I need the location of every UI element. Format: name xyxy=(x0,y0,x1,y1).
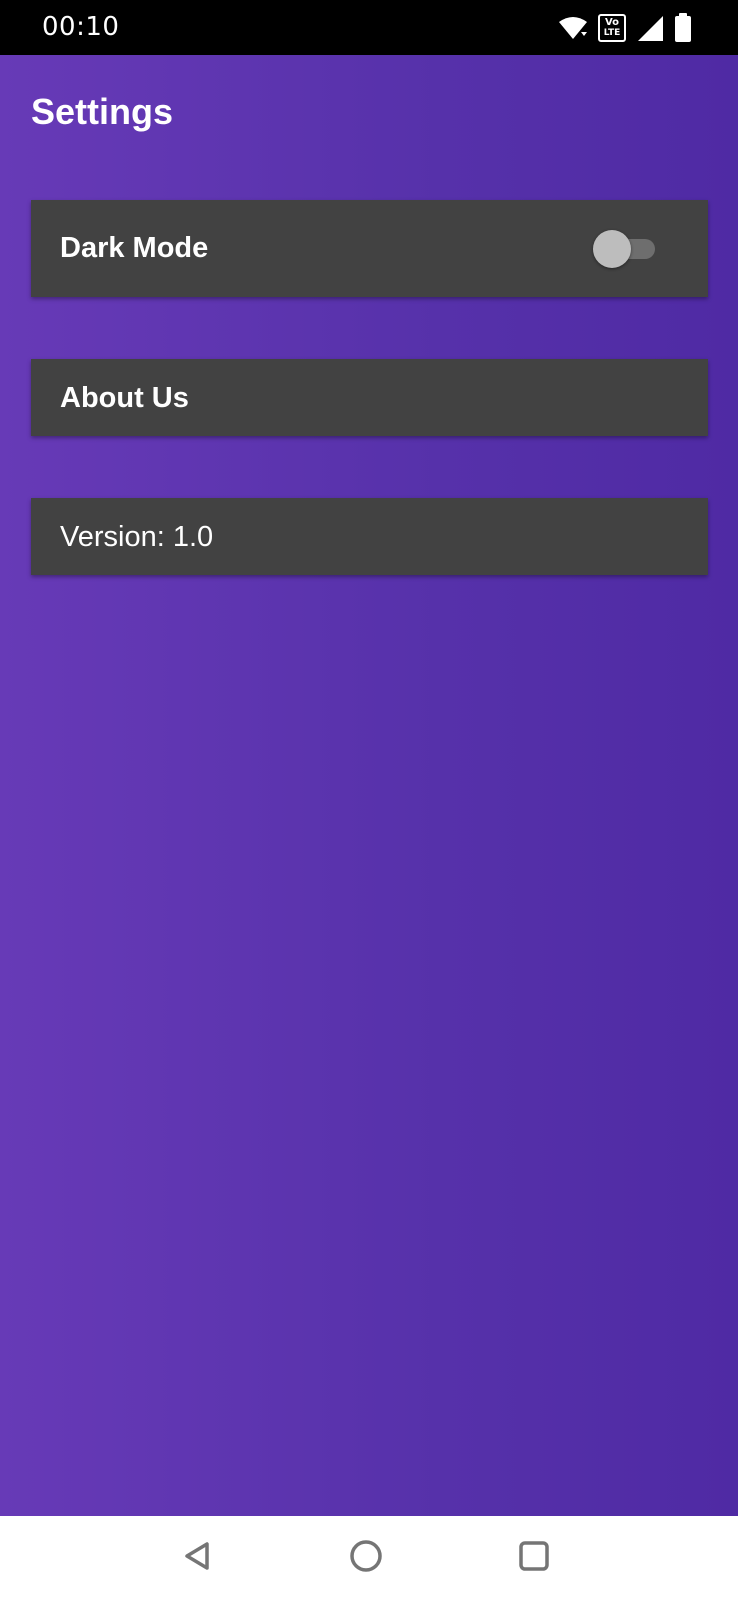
dark-mode-label: Dark Mode xyxy=(60,232,209,264)
about-us-card[interactable]: About Us xyxy=(31,359,708,436)
recents-button[interactable] xyxy=(512,1536,556,1580)
phone-screen: 00:10 Vo LTE Settings Dark Mode About Us… xyxy=(0,0,738,1600)
dark-mode-toggle[interactable] xyxy=(593,229,659,268)
version-card: Version: 1.0 xyxy=(31,498,708,575)
volte-icon: Vo LTE xyxy=(598,14,626,42)
signal-icon xyxy=(636,14,664,42)
status-bar: 00:10 Vo LTE xyxy=(0,0,738,55)
about-us-label: About Us xyxy=(60,382,189,414)
battery-icon xyxy=(674,13,692,43)
home-button[interactable] xyxy=(344,1536,388,1580)
status-icons: Vo LTE xyxy=(558,12,692,44)
back-button[interactable] xyxy=(176,1536,220,1580)
page-title: Settings xyxy=(31,91,174,132)
version-label: Version: 1.0 xyxy=(60,521,214,553)
home-icon xyxy=(349,1539,383,1578)
volte-bottom-text: LTE xyxy=(603,28,621,38)
status-time: 00:10 xyxy=(42,12,120,42)
navigation-bar xyxy=(0,1516,738,1600)
recents-icon xyxy=(518,1540,550,1577)
settings-screen: Settings Dark Mode About Us Version: 1.0 xyxy=(0,55,738,1516)
volte-top-text: Vo xyxy=(604,17,620,28)
back-icon xyxy=(182,1540,214,1577)
dark-mode-card: Dark Mode xyxy=(31,200,708,297)
toggle-thumb xyxy=(593,230,631,268)
wifi-icon xyxy=(558,15,588,41)
